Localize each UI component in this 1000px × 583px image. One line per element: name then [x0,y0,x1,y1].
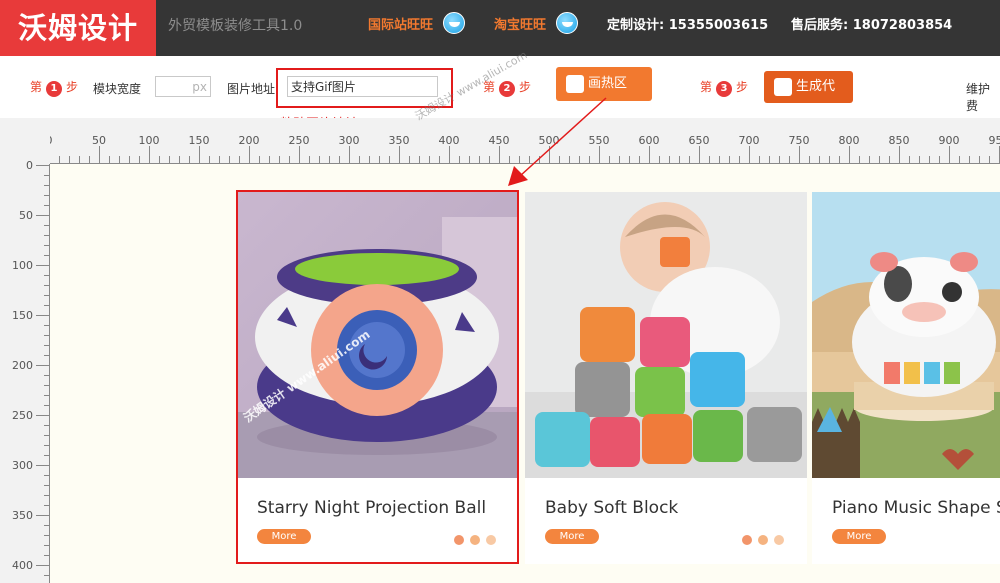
intl-wangwang-label[interactable]: 国际站旺旺 [368,18,433,33]
ruler-tick-label: 150 [189,134,210,147]
ruler-tick-label: 250 [12,409,33,422]
product-image-piano-sorter[interactable] [812,192,1000,478]
ruler-tick-label: 200 [239,134,260,147]
ruler-tick-label: 300 [339,134,360,147]
image-url-label: 图片地址 [227,82,276,96]
ruler-tick-label: 350 [389,134,410,147]
ruler-tick-label: 550 [589,134,610,147]
ruler-tick-label: 250 [289,134,310,147]
ruler-tick-label: 150 [12,309,33,322]
module-width-input[interactable] [155,76,211,97]
aliwangwang-icon[interactable] [443,12,465,34]
step-suffix: 步 [66,80,79,94]
ruler-tick-label: 600 [639,134,660,147]
taobao-wangwang-label[interactable]: 淘宝旺旺 [494,18,546,33]
aliwangwang-icon[interactable] [556,12,578,34]
more-button[interactable]: More [832,529,886,544]
ruler-tick-label: 350 [12,509,33,522]
intl-wangwang-link[interactable]: 国际站旺旺 [368,0,433,52]
ruler-tick-label: 450 [489,134,510,147]
carousel-dot[interactable] [742,535,752,545]
horizontal-ruler: 0501001502002503003504004505005506006507… [0,118,1000,164]
vertical-ruler: 0 50 100 150 200 250 300 350 400 [0,118,50,583]
step-prefix: 第 [30,80,43,94]
product-card[interactable]: Piano Music Shape Sorter More [812,192,1000,564]
ruler-tick-label: 50 [92,134,106,147]
ruler-tick-label: 100 [12,259,33,272]
horizontal-ruler-ticks: 0501001502002503003504004505005506006507… [0,134,1000,164]
edit-icon [566,75,584,93]
draw-hotspot-button[interactable]: 画热区 [556,67,652,101]
custom-design-contact: 定制设计: 15355003615 [607,18,769,33]
taobao-wangwang-link[interactable]: 淘宝旺旺 [494,0,546,52]
step-number: 1 [46,81,63,97]
step-number: 3 [716,81,733,97]
product-name: Baby Soft Block [545,498,679,518]
brand-logo[interactable]: 沃姆设计 [0,0,156,56]
module-width-label: 模块宽度 [93,82,142,96]
more-button[interactable]: More [545,529,599,544]
ruler-tick-label: 900 [939,134,960,147]
ruler-tick-label: 50 [19,209,33,222]
ruler-tick-label: 100 [139,134,160,147]
ruler-tick-label: 500 [539,134,560,147]
ruler-tick-label: 950 [989,134,1000,147]
top-header: 沃姆设计 外贸模板装修工具1.0 国际站旺旺 淘宝旺旺 定制设计: 153550… [0,0,1000,56]
ruler-tick-label: 800 [839,134,860,147]
product-image-soft-block[interactable] [525,192,807,478]
selected-hotspot-highlight [236,190,519,564]
carousel-dot[interactable] [774,535,784,545]
ruler-tick-label: 700 [739,134,760,147]
ruler-tick-label: 400 [439,134,460,147]
step-1-indicator: 第1步 [30,79,78,97]
product-name: Piano Music Shape Sorter [832,498,1000,518]
carousel-dot[interactable] [758,535,768,545]
after-sales-contact: 售后服务: 18072803854 [791,18,953,33]
step-suffix: 步 [736,80,749,94]
step-suffix: 步 [519,80,532,94]
step-prefix: 第 [700,80,713,94]
app-title: 外贸模板装修工具1.0 [168,18,303,34]
ruler-tick-label: 400 [12,559,33,572]
vertical-ruler-ticks: 0 50 100 150 200 250 300 350 400 [12,159,50,583]
product-card[interactable]: Baby Soft Block More [525,192,807,564]
ruler-tick-label: 850 [889,134,910,147]
ruler-tick-label: 0 [26,159,33,172]
step-3-indicator: 第3步 [700,79,748,97]
code-icon [774,78,792,96]
draw-hotspot-label: 画热区 [588,76,628,91]
ruler-tick-label: 750 [789,134,810,147]
generate-code-button[interactable]: 生成代码 [764,71,853,126]
ruler-tick-label: 200 [12,359,33,372]
ruler-tick-label: 300 [12,459,33,472]
step-number: 2 [499,81,516,97]
ruler-tick-label: 650 [689,134,710,147]
maintenance-fee-link[interactable]: 维护费 [966,80,1000,114]
